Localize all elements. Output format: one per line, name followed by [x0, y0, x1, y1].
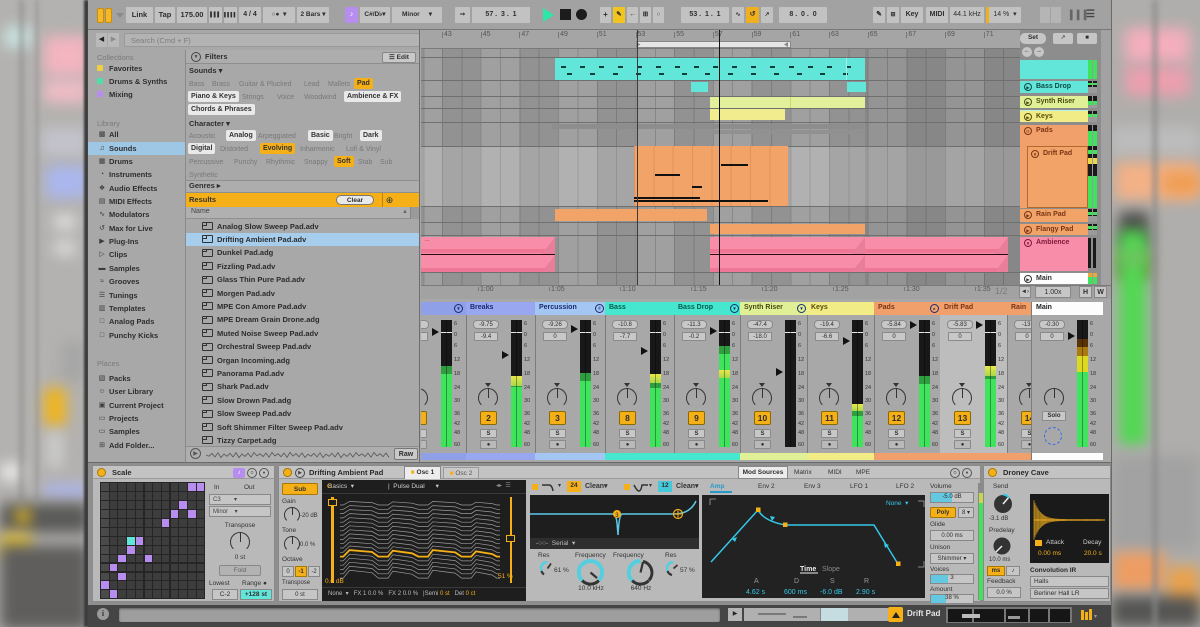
svg-text:Slope: Slope: [822, 566, 840, 573]
svg-text:4.62 s: 4.62 s: [746, 589, 766, 596]
svg-text:Time: Time: [800, 566, 816, 573]
svg-text:S: S: [830, 578, 835, 585]
svg-text:A: A: [754, 578, 759, 585]
svg-text:-6.0 dB: -6.0 dB: [820, 589, 843, 596]
svg-text:D: D: [794, 578, 799, 585]
svg-text:2.90 s: 2.90 s: [856, 589, 876, 596]
svg-text:600 ms: 600 ms: [784, 589, 807, 596]
svg-text:R: R: [864, 578, 869, 585]
